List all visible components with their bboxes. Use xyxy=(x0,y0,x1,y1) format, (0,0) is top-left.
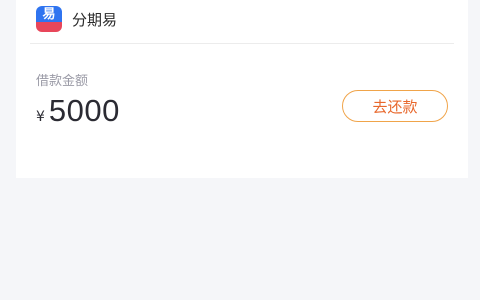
loan-amount-label: 借款金额 xyxy=(36,74,89,89)
card-header: 易 分期易 xyxy=(36,4,117,34)
loan-card: 易 分期易 借款金额 ¥ 5000 去还款 xyxy=(16,0,468,178)
app-icon-glyph: 易 xyxy=(42,7,56,22)
loan-amount-value: 5000 xyxy=(48,93,120,128)
loan-amount: ¥ 5000 xyxy=(36,93,120,129)
fenqiyi-app-icon: 易 xyxy=(36,6,62,32)
repay-button[interactable]: 去还款 xyxy=(342,90,448,122)
divider xyxy=(30,43,454,44)
currency-symbol: ¥ xyxy=(36,109,45,125)
app-name: 分期易 xyxy=(72,10,118,29)
